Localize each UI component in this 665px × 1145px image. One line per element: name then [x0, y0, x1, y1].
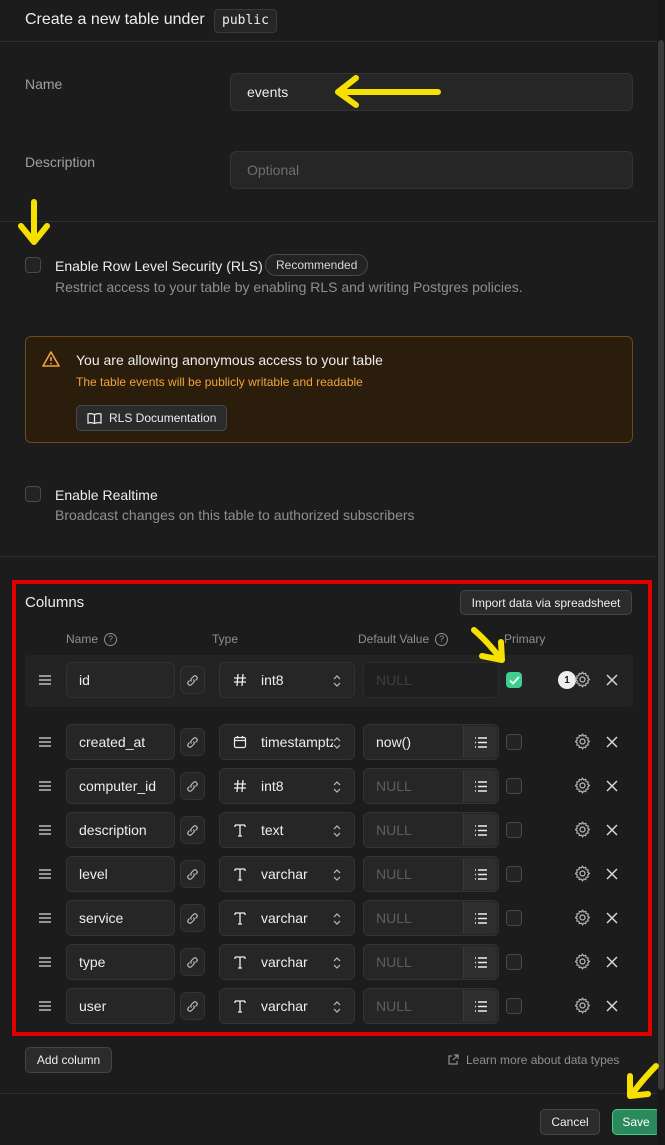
annotation-box — [12, 580, 652, 1036]
warning-subtitle: The table events will be publicly writab… — [76, 375, 363, 389]
warning-icon — [42, 351, 60, 367]
realtime-checkbox[interactable] — [25, 486, 41, 502]
dialog-title: Create a new table under — [25, 11, 205, 28]
learn-more-link[interactable]: Learn more about data types — [447, 1053, 619, 1067]
book-icon — [87, 412, 102, 425]
footer-divider — [0, 1093, 657, 1094]
annotation-arrow-icon — [335, 75, 441, 108]
name-input-value: events — [247, 84, 289, 100]
recommended-badge: Recommended — [265, 254, 369, 276]
name-label: Name — [25, 76, 63, 92]
realtime-title: Enable Realtime — [55, 487, 158, 503]
rls-documentation-button[interactable]: RLS Documentation — [76, 405, 228, 431]
save-button[interactable]: Save — [612, 1109, 660, 1135]
add-column-button[interactable]: Add column — [25, 1047, 112, 1073]
annotation-arrow-icon — [471, 627, 505, 663]
external-link-icon — [447, 1054, 459, 1066]
description-placeholder: Optional — [247, 162, 300, 178]
rls-title: Enable Row Level Security (RLS) — [55, 258, 263, 274]
rls-documentation-label: RLS Documentation — [109, 411, 217, 425]
cancel-button[interactable]: Cancel — [540, 1109, 600, 1135]
rls-subtitle: Restrict access to your table by enablin… — [55, 279, 523, 295]
annotation-arrow-icon — [627, 1063, 659, 1099]
schema-pill: public — [214, 9, 277, 33]
warning-title: You are allowing anonymous access to you… — [76, 352, 383, 368]
description-label: Description — [25, 154, 96, 170]
section-divider — [0, 221, 657, 222]
annotation-arrow-icon — [18, 199, 50, 245]
scrollbar-thumb[interactable] — [658, 40, 664, 1090]
rls-checkbox[interactable] — [25, 257, 41, 273]
anonymous-access-warning: You are allowing anonymous access to you… — [25, 336, 633, 443]
realtime-subtitle: Broadcast changes on this table to autho… — [55, 507, 415, 523]
learn-more-label: Learn more about data types — [466, 1053, 620, 1067]
section-divider — [0, 556, 657, 557]
description-input[interactable]: Optional — [230, 151, 633, 189]
